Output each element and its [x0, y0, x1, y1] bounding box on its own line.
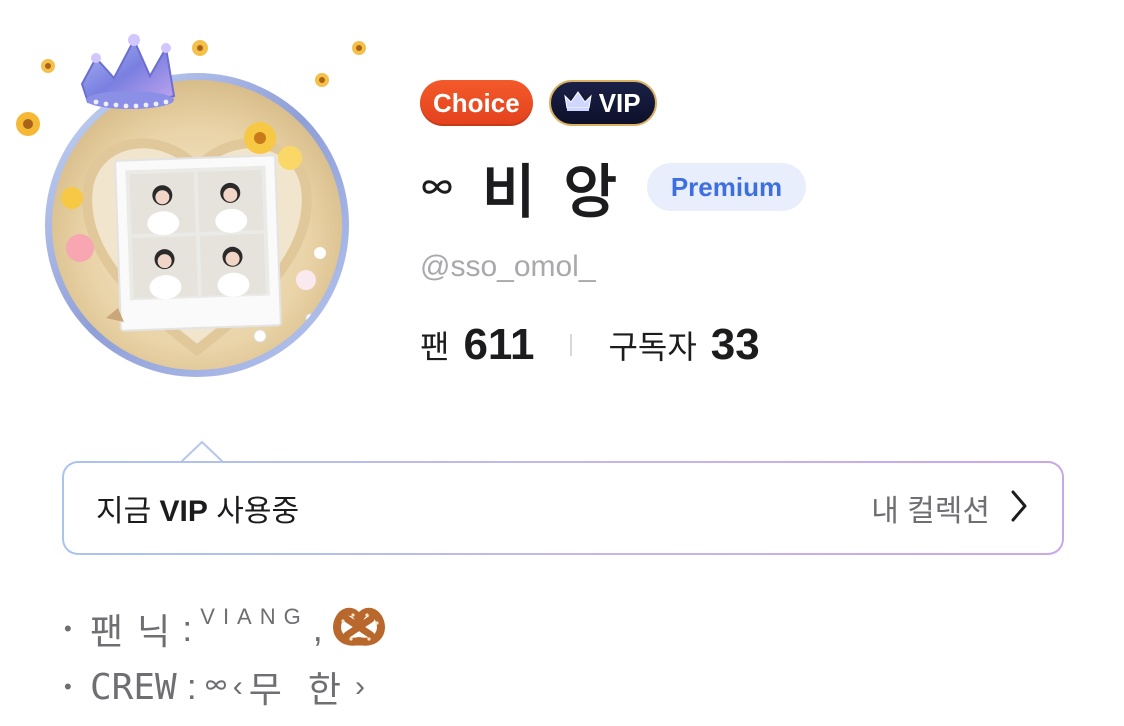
vip-status-suffix: 사용중: [207, 495, 300, 528]
profile-handle: @sso_omol_: [420, 250, 596, 283]
crew-separator: :: [186, 666, 197, 707]
subscribers-label: 구독자: [608, 329, 697, 365]
fan-nickname-separator: :: [182, 608, 193, 649]
my-collection-link[interactable]: 내 컬렉션: [871, 486, 1028, 530]
infinity-icon: [205, 678, 227, 697]
pretzel-icon: [331, 605, 387, 654]
profile-bio: • 팬 닉 : VIANG , • CREW : ‹ 무 한 ›: [64, 600, 387, 716]
vip-status-vip: VIP: [159, 495, 208, 528]
profile-avatar[interactable]: [10, 18, 370, 388]
profile-name: 비 앙: [482, 160, 623, 225]
vip-status-text: 지금 VIP 사용중: [96, 486, 299, 530]
profile-stats: 팬 611 구독자 33: [420, 318, 760, 372]
vip-status-prefix: 지금: [96, 495, 160, 528]
premium-badge-label: Premium: [670, 171, 783, 202]
bullet: •: [64, 616, 72, 641]
bio-line-crew: • CREW : ‹ 무 한 ›: [64, 658, 387, 716]
bullet: •: [64, 674, 72, 699]
chevron-right-icon: [1010, 489, 1028, 528]
fans-count[interactable]: 611: [463, 320, 534, 370]
crew-value: 무 한: [248, 669, 349, 710]
crew-close-bracket: ›: [354, 670, 365, 703]
fan-nickname-label: 팬 닉: [90, 611, 173, 652]
infinity-icon: [420, 177, 454, 197]
subscribers-count[interactable]: 33: [711, 320, 760, 370]
crown-icon: [563, 88, 593, 119]
fan-nickname-comma: ,: [312, 608, 323, 649]
crown-icon: [80, 34, 176, 109]
choice-badge-label: Choice: [433, 87, 520, 118]
banner-pointer: [181, 441, 223, 463]
choice-badge[interactable]: Choice: [420, 80, 533, 126]
vip-status-banner[interactable]: 지금 VIP 사용중 내 컬렉션: [62, 461, 1064, 555]
bio-line-fan-nickname: • 팬 닉 : VIANG ,: [64, 600, 387, 658]
fans-label: 팬: [420, 329, 450, 365]
crew-open-bracket: ‹: [232, 670, 243, 703]
profile-name-row: 비 앙 Premium: [420, 152, 807, 225]
vip-badge[interactable]: VIP: [548, 80, 657, 126]
crew-label: CREW: [90, 666, 177, 708]
my-collection-label: 내 컬렉션: [871, 495, 990, 528]
fan-nickname-value: VIANG: [200, 604, 309, 629]
stats-divider: [570, 334, 573, 356]
vip-badge-label: VIP: [598, 87, 641, 118]
badge-row: Choice VIP: [420, 80, 657, 126]
premium-badge[interactable]: Premium: [646, 163, 807, 211]
